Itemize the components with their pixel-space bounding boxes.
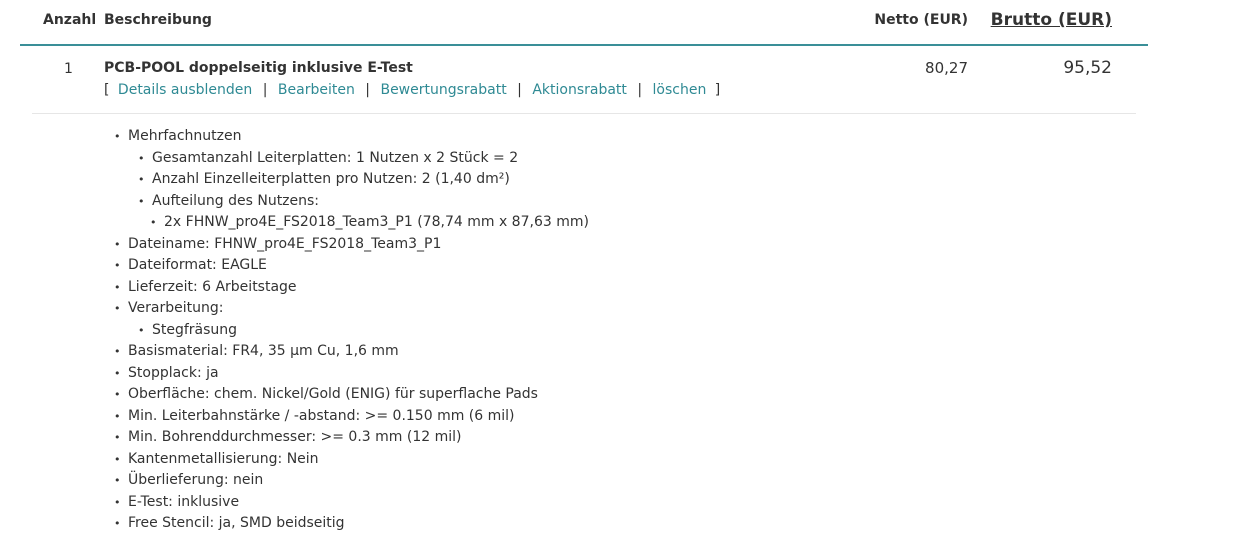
detail-item: • Anzahl Einzelleiterplatten pro Nutzen: …	[114, 169, 589, 191]
detail-item: • Mehrfachnutzen	[114, 126, 589, 148]
column-header-gross-price-sort-link[interactable]: Brutto (EUR)	[991, 10, 1112, 30]
detail-item: • Verarbeitung:	[114, 298, 589, 320]
hide-details-link[interactable]: Details ausblenden	[118, 82, 252, 98]
bullet-icon: •	[114, 280, 121, 294]
actions-separator: |	[365, 82, 371, 98]
detail-text: Min. Bohrenddurchmesser: >= 0.3 mm (12 m…	[128, 429, 462, 445]
detail-item: • Lieferzeit: 6 Arbeitstage	[114, 277, 589, 299]
detail-item: • Kantenmetallisierung: Nein	[114, 449, 589, 471]
bullet-icon: •	[114, 259, 121, 272]
bullet-icon: •	[138, 323, 145, 337]
promo-discount-link[interactable]: Aktionsrabatt	[532, 82, 627, 98]
detail-text: Stegfräsung	[152, 321, 238, 338]
detail-item: • Min. Bohrenddurchmesser: >= 0.3 mm (12 …	[114, 427, 589, 449]
bullet-icon: •	[114, 130, 121, 143]
detail-item: • Free Stencil: ja, SMD beidseitig	[114, 513, 589, 535]
detail-item: • Stegfräsung	[114, 320, 589, 342]
detail-item: • Stopplack: ja	[114, 363, 589, 385]
detail-item: • E-Test: inklusive	[114, 492, 589, 514]
bullet-icon: •	[114, 302, 121, 315]
detail-text: Mehrfachnutzen	[128, 128, 242, 144]
item-title: PCB-POOL doppelseitig inklusive E-Test	[104, 60, 413, 76]
bullet-icon: •	[114, 388, 121, 401]
detail-text: Verarbeitung:	[128, 300, 224, 316]
detail-item: • Gesamtanzahl Leiterplatten: 1 Nutzen x …	[114, 148, 589, 170]
detail-text: Lieferzeit: 6 Arbeitstage	[128, 278, 297, 295]
actions-separator: |	[517, 82, 522, 98]
detail-text: Stopplack: ja	[128, 364, 219, 381]
column-header-quantity: Anzahl	[43, 12, 97, 28]
item-quantity: 1	[64, 61, 73, 77]
actions-close-bracket: ]	[714, 82, 721, 98]
bullet-icon: •	[114, 495, 121, 509]
column-header-net-price: Netto (EUR)	[874, 12, 968, 28]
actions-open-bracket: [	[104, 82, 110, 98]
item-gross-price: 95,52	[1063, 58, 1112, 78]
detail-text: Dateiname: FHNW_pro4E_FS2018_Team3_P1	[128, 235, 442, 252]
detail-text: Gesamtanzahl Leiterplatten: 1 Nutzen x 2…	[152, 149, 519, 166]
edit-link[interactable]: Bearbeiten	[278, 82, 355, 98]
column-header-description: Beschreibung	[104, 12, 212, 28]
actions-separator: |	[637, 82, 643, 98]
actions-separator: |	[262, 82, 268, 98]
cart-item-row: 1 PCB-POOL doppelseitig inklusive E-Test…	[32, 46, 1136, 114]
detail-text: Überlieferung: nein	[128, 472, 264, 488]
detail-text: Kantenmetallisierung: Nein	[128, 450, 319, 467]
bullet-icon: •	[114, 474, 121, 487]
detail-text: Min. Leiterbahnstärke / -abstand: >= 0.1…	[128, 407, 515, 424]
detail-item: • Min. Leiterbahnstärke / -abstand: >= 0.…	[114, 406, 589, 428]
bullet-icon: •	[114, 409, 121, 423]
item-net-price: 80,27	[925, 59, 968, 77]
bullet-icon: •	[138, 151, 145, 165]
detail-item: • Dateiformat: EAGLE	[114, 255, 589, 277]
detail-text: Free Stencil: ja, SMD beidseitig	[128, 515, 345, 531]
item-actions: [ Details ausblenden | Bearbeiten | Bewe…	[104, 82, 720, 98]
detail-text: Basismaterial: FR4, 35 µm Cu, 1,6 mm	[128, 343, 399, 359]
detail-text: 2x FHNW_pro4E_FS2018_Team3_P1 (78,74 mm …	[164, 214, 589, 230]
item-details-list: • Mehrfachnutzen • Gesamtanzahl Leiterplatt…	[114, 126, 589, 535]
detail-text: Oberfläche: chem. Nickel/Gold (ENIG) für…	[128, 386, 538, 402]
bullet-icon: •	[138, 194, 145, 208]
bullet-icon: •	[114, 345, 121, 358]
rating-discount-link[interactable]: Bewertungsrabatt	[380, 82, 506, 98]
detail-text: E-Test: inklusive	[128, 493, 240, 510]
bullet-icon: •	[114, 431, 121, 444]
bullet-icon: •	[138, 173, 145, 186]
detail-item: • Oberfläche: chem. Nickel/Gold (ENIG) fü…	[114, 384, 589, 406]
detail-text: Anzahl Einzelleiterplatten pro Nutzen: 2…	[152, 171, 510, 187]
detail-item: • Dateiname: FHNW_pro4E_FS2018_Team3_P1	[114, 234, 589, 256]
bullet-icon: •	[114, 517, 121, 530]
delete-link[interactable]: löschen	[653, 82, 707, 98]
detail-text: Aufteilung des Nutzens:	[152, 192, 320, 209]
detail-text: Dateiformat: EAGLE	[128, 257, 267, 273]
detail-item: • Basismaterial: FR4, 35 µm Cu, 1,6 mm	[114, 341, 589, 363]
detail-item: • 2x FHNW_pro4E_FS2018_Team3_P1 (78,74 mm…	[114, 212, 589, 234]
bullet-icon: •	[150, 216, 157, 229]
detail-item: • Aufteilung des Nutzens:	[114, 191, 589, 213]
cart-table-header: Anzahl Beschreibung Netto (EUR) Brutto (…	[20, 0, 1148, 46]
bullet-icon: •	[114, 237, 121, 251]
detail-item: • Überlieferung: nein	[114, 470, 589, 492]
bullet-icon: •	[114, 366, 121, 380]
bullet-icon: •	[114, 452, 121, 466]
